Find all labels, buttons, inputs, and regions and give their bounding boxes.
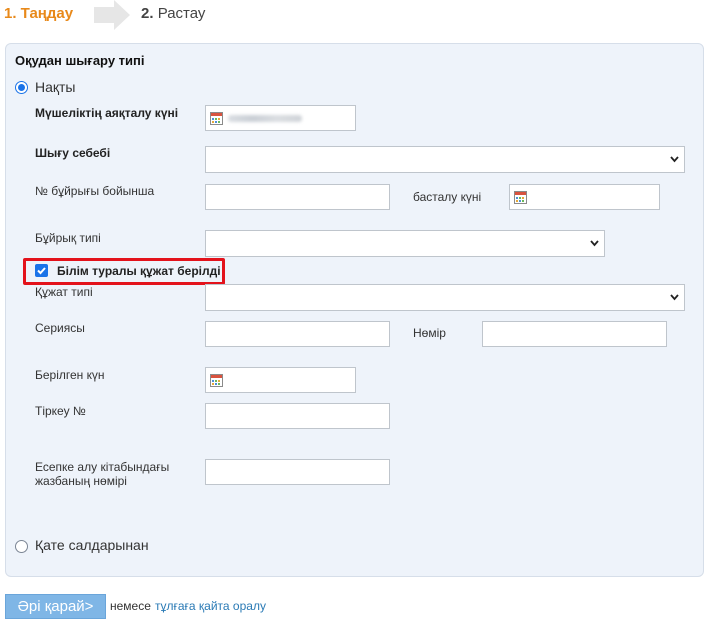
record-book-label-line2: жазбаның нөмірі bbox=[35, 474, 127, 488]
issued-date-label: Берілген күн bbox=[35, 368, 105, 382]
chevron-down-icon bbox=[590, 240, 599, 247]
step-2-label: Растау bbox=[157, 5, 206, 22]
start-date-label: басталу күні bbox=[413, 190, 482, 204]
doc-issued-checkbox[interactable] bbox=[35, 264, 48, 277]
radio-mistake[interactable] bbox=[15, 540, 28, 553]
order-number-label: № бұйрығы бойынша bbox=[35, 184, 155, 198]
chevron-down-icon bbox=[670, 294, 679, 301]
series-input[interactable] bbox=[205, 321, 390, 347]
chevron-down-icon bbox=[670, 156, 679, 163]
doc-type-select[interactable] bbox=[205, 284, 685, 311]
checkmark-icon bbox=[37, 267, 46, 275]
number-input[interactable] bbox=[482, 321, 667, 347]
step-2: 2. Растау bbox=[141, 5, 205, 22]
start-date-field[interactable] bbox=[509, 184, 660, 210]
step-arrow-icon bbox=[94, 0, 130, 30]
calendar-icon[interactable] bbox=[210, 112, 223, 125]
panel-title: Оқудан шығару типі bbox=[15, 53, 145, 68]
next-button[interactable]: Әрі қарай> bbox=[5, 594, 106, 619]
exit-reason-label: Шығу себебі bbox=[35, 146, 111, 160]
step-1-active: 1. Таңдау bbox=[4, 5, 74, 22]
radio-exact-label: Нақты bbox=[35, 79, 76, 95]
order-type-label: Бұйрық типі bbox=[35, 231, 101, 245]
radio-mistake-label: Қате салдарынан bbox=[35, 537, 149, 553]
registration-input[interactable] bbox=[205, 403, 390, 429]
doc-type-label: Құжат типі bbox=[35, 285, 93, 299]
doc-issued-label: Білім туралы құжат берілді bbox=[57, 264, 221, 278]
date-value-redacted bbox=[228, 115, 302, 122]
calendar-icon[interactable] bbox=[210, 374, 223, 387]
exit-reason-select[interactable] bbox=[205, 146, 685, 173]
order-number-input[interactable] bbox=[205, 184, 390, 210]
record-book-input[interactable] bbox=[205, 459, 390, 485]
radio-exact[interactable] bbox=[15, 81, 28, 94]
or-text: немесе bbox=[110, 599, 151, 613]
record-book-label-line1: Есепке алу кітабындағы bbox=[35, 460, 170, 474]
membership-end-label: Мүшеліктің аяқталу күні bbox=[35, 106, 179, 120]
number-label: Нөмір bbox=[413, 326, 446, 340]
membership-end-date-field[interactable] bbox=[205, 105, 356, 131]
series-label: Сериясы bbox=[35, 321, 85, 335]
order-type-select[interactable] bbox=[205, 230, 605, 257]
calendar-icon[interactable] bbox=[514, 191, 527, 204]
back-to-person-link[interactable]: тұлғаға қайта оралу bbox=[155, 599, 266, 613]
registration-label: Тіркеу № bbox=[35, 404, 86, 418]
issued-date-field[interactable] bbox=[205, 367, 356, 393]
step-2-number: 2. bbox=[141, 5, 154, 22]
